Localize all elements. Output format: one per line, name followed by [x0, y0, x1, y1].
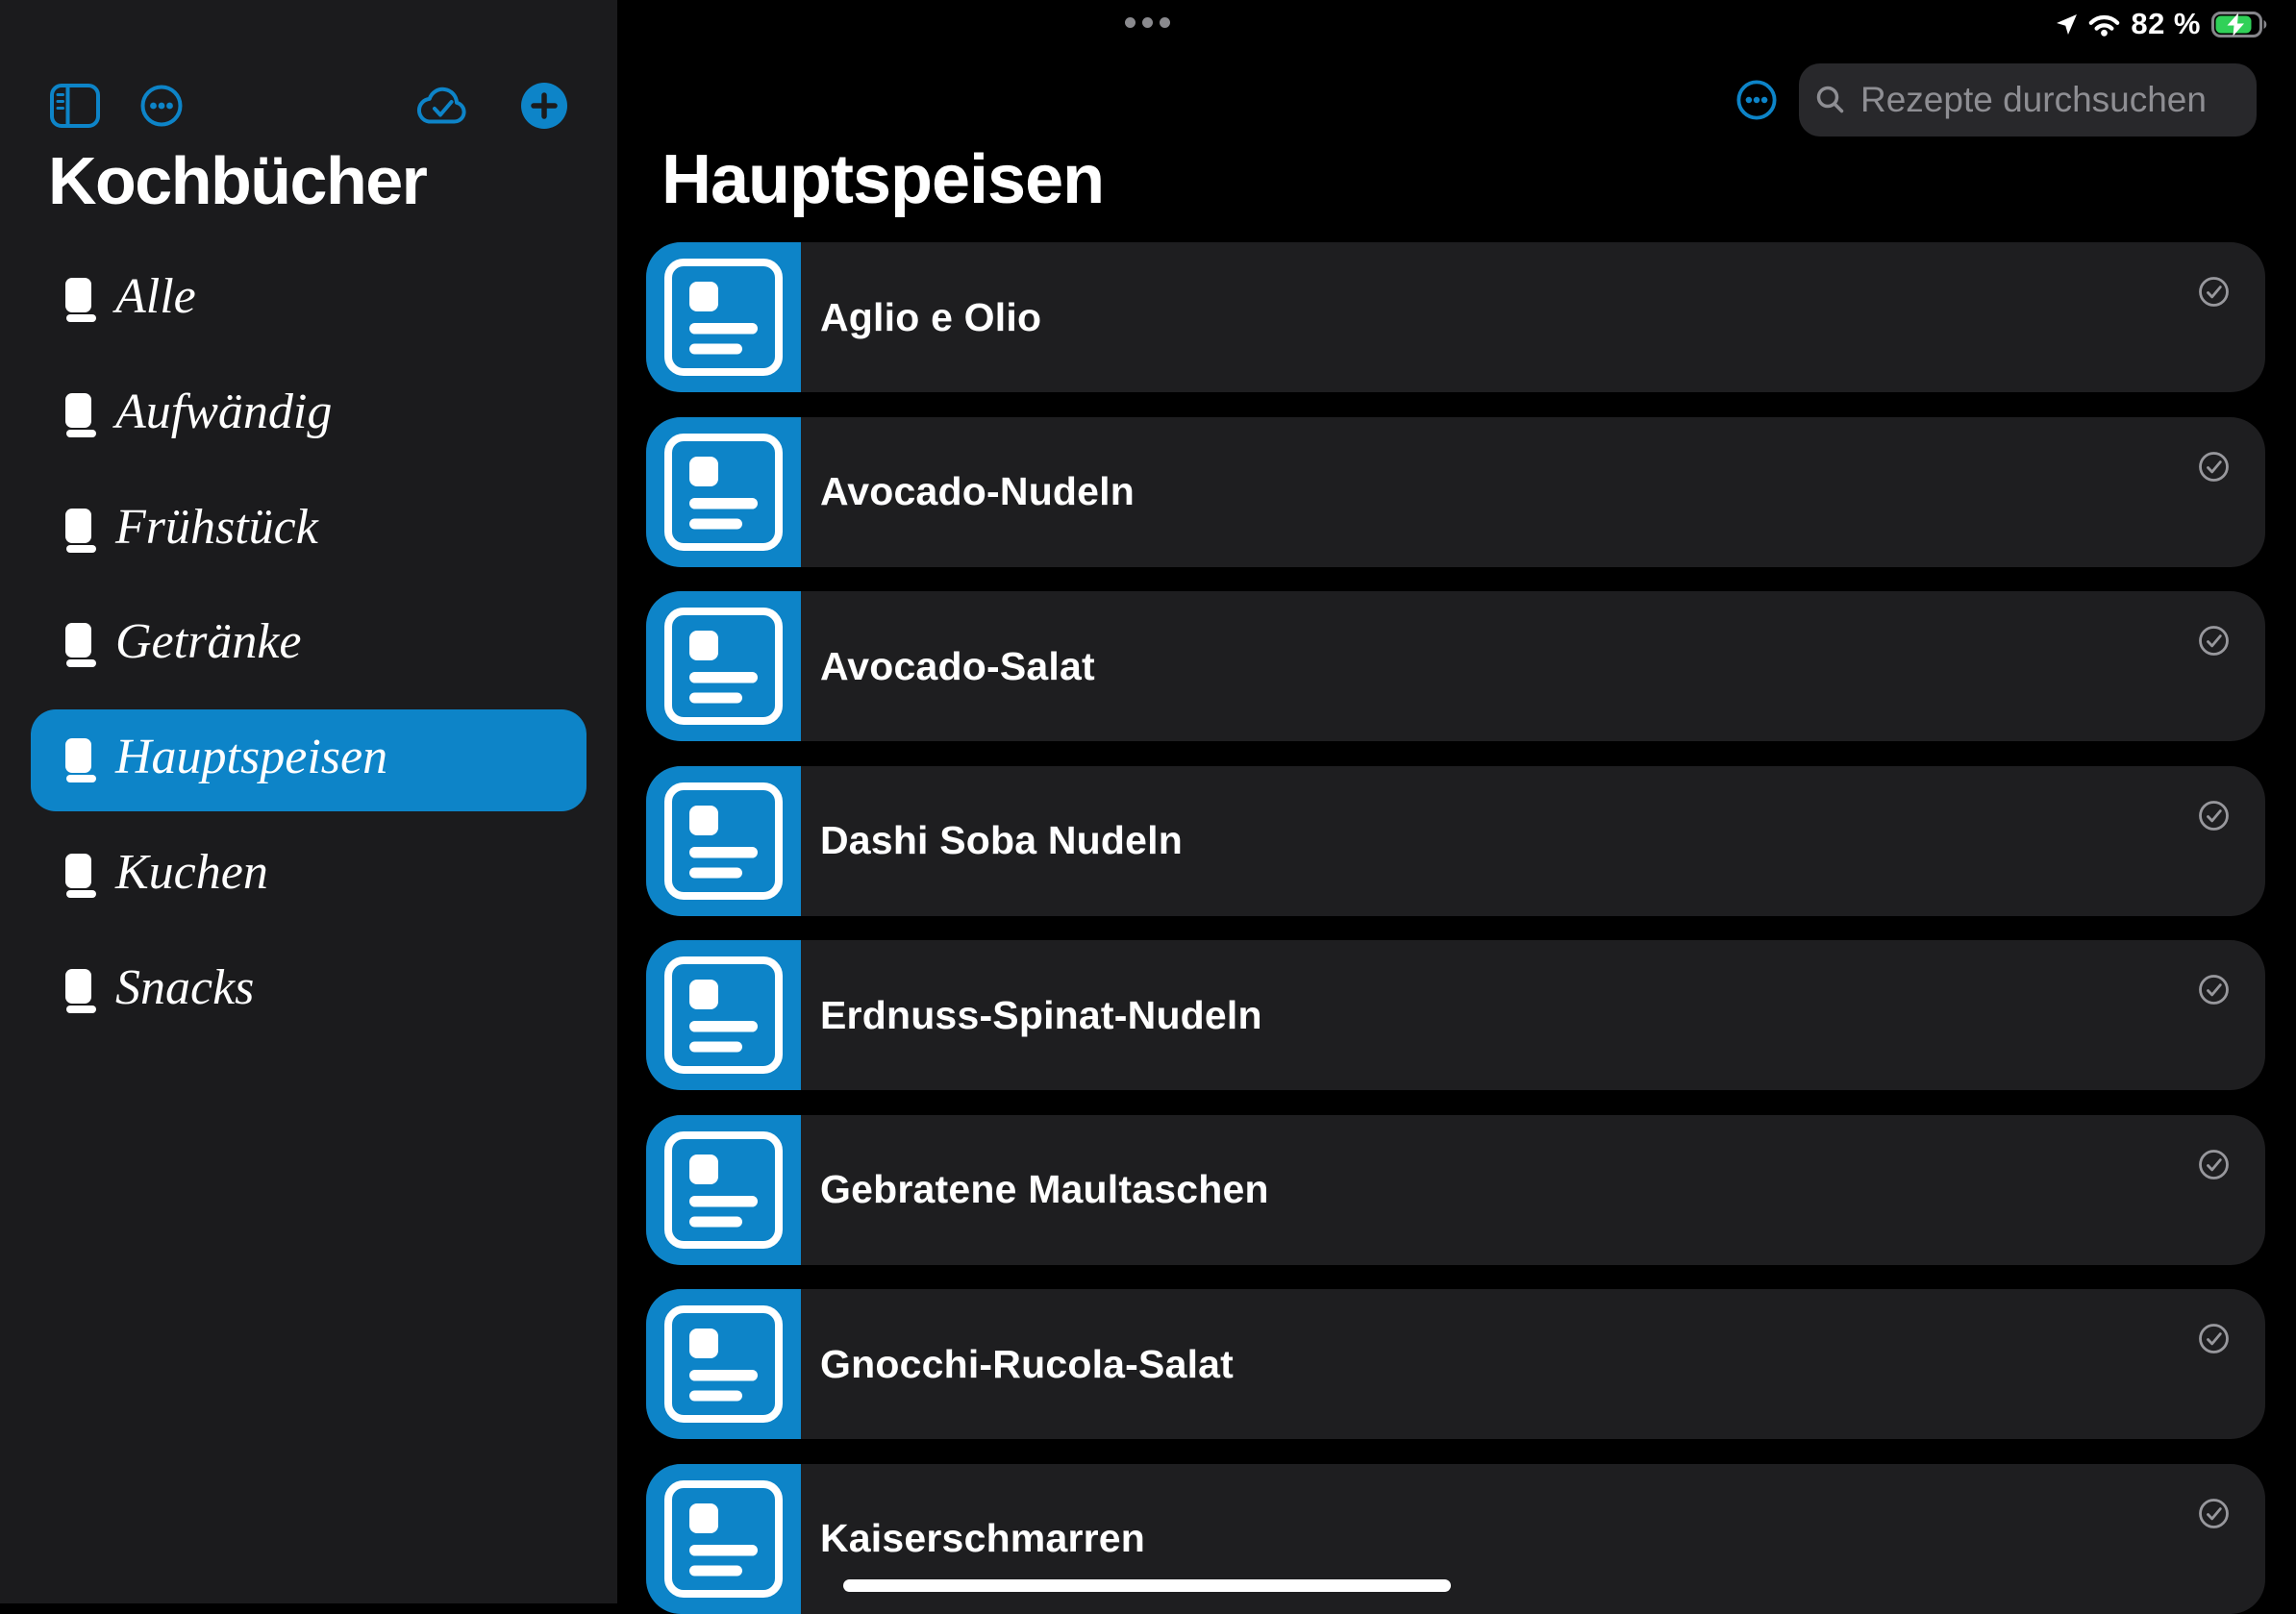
sidebar: Kochbücher Alle Aufwändig Frühstück Getr… [0, 0, 617, 1603]
recipe-thumbnail [646, 1464, 801, 1614]
search-icon [1814, 84, 1847, 116]
recipe-title: Gebratene Maultaschen [820, 1167, 1269, 1212]
sidebar-item-hauptspeisen[interactable]: Hauptspeisen [31, 709, 586, 811]
recipe-card-icon [646, 1289, 801, 1439]
battery-percent: 82 % [2131, 7, 2201, 41]
sidebar-item-fruehstueck[interactable]: Frühstück [31, 480, 586, 582]
recipe-row[interactable]: Gnocchi-Rucola-Salat [646, 1289, 2265, 1439]
app-window: Kochbücher Alle Aufwändig Frühstück Getr… [0, 0, 2296, 1603]
recipe-card-icon [646, 591, 801, 741]
checkmark-circle-icon[interactable] [2199, 1499, 2229, 1528]
recipe-row[interactable]: Gebratene Maultaschen [646, 1115, 2265, 1265]
recipe-row[interactable]: Erdnuss-Spinat-Nudeln [646, 940, 2265, 1090]
recipe-card-icon [646, 1115, 801, 1265]
status-bar-right: 82 % [2056, 8, 2267, 40]
recipe-title: Avocado-Salat [820, 644, 1095, 689]
sidebar-title: Kochbücher [48, 147, 426, 214]
recipe-thumbnail [646, 1289, 801, 1439]
recipe-row[interactable]: Avocado-Nudeln [646, 417, 2265, 567]
checkmark-circle-icon[interactable] [2199, 626, 2229, 656]
recipe-title: Kaiserschmarren [820, 1516, 1145, 1561]
recipe-row[interactable]: Dashi Soba Nudeln [646, 766, 2265, 916]
book-icon [63, 736, 96, 784]
checkmark-circle-icon[interactable] [2199, 801, 2229, 831]
cloud-sync-done-icon [415, 86, 469, 128]
dot-icon [1142, 17, 1153, 28]
checkmark-circle-icon[interactable] [2199, 1150, 2229, 1179]
recipe-row[interactable]: Avocado-Salat [646, 591, 2265, 741]
sidebar-toggle-button[interactable] [50, 84, 100, 131]
sidebar-item-aufwaendig[interactable]: Aufwändig [31, 364, 586, 466]
recipe-thumbnail [646, 1115, 801, 1265]
sidebar-item-kuchen[interactable]: Kuchen [31, 825, 586, 927]
recipe-title: Avocado-Nudeln [820, 469, 1135, 514]
recipe-thumbnail [646, 766, 801, 916]
sidebar-item-label: Frühstück [115, 503, 318, 559]
recipe-title: Dashi Soba Nudeln [820, 818, 1183, 863]
recipe-thumbnail [646, 242, 801, 392]
wifi-icon [2088, 12, 2120, 37]
recipe-thumbnail [646, 417, 801, 567]
recipe-title: Erdnuss-Spinat-Nudeln [820, 993, 1262, 1038]
book-icon [63, 621, 96, 669]
checkmark-circle-icon[interactable] [2199, 975, 2229, 1005]
recipe-thumbnail [646, 940, 801, 1090]
sidebar-item-label: Aufwändig [115, 387, 332, 443]
add-plus-icon [521, 83, 567, 129]
book-icon [63, 391, 96, 439]
book-icon [63, 507, 96, 555]
book-icon [63, 852, 96, 900]
recipe-card-icon [646, 766, 801, 916]
checkmark-circle-icon[interactable] [2199, 277, 2229, 307]
sidebar-item-label: Hauptspeisen [115, 733, 387, 788]
more-ellipsis-icon [1736, 80, 1777, 120]
sidebar-item-label: Kuchen [115, 848, 268, 904]
dot-icon [1125, 17, 1136, 28]
sidebar-item-alle[interactable]: Alle [31, 249, 586, 351]
book-icon [63, 276, 96, 324]
cloud-sync-button[interactable] [415, 86, 469, 131]
sidebar-more-button[interactable] [140, 85, 183, 130]
cookbook-nav: Alle Aufwändig Frühstück Getränke Haupts… [31, 249, 586, 1042]
checkmark-circle-icon[interactable] [2199, 1324, 2229, 1353]
page-title: Hauptspeisen [661, 145, 1104, 214]
dot-icon [1160, 17, 1170, 28]
search-field[interactable] [1799, 63, 2257, 137]
search-input[interactable] [1859, 79, 2241, 121]
multitask-dots-indicator[interactable] [1125, 17, 1170, 28]
more-ellipsis-icon [140, 85, 183, 127]
main-more-button[interactable] [1736, 80, 1777, 123]
recipe-title: Gnocchi-Rucola-Salat [820, 1342, 1234, 1387]
location-arrow-icon [2056, 13, 2078, 36]
add-cookbook-button[interactable] [521, 83, 567, 132]
recipe-list: Aglio e Olio Avocado-Nudeln Avocado-Sala… [646, 242, 2265, 1614]
sidebar-item-snacks[interactable]: Snacks [31, 940, 586, 1042]
sidebar-item-getraenke[interactable]: Getränke [31, 594, 586, 696]
sidebar-toggle-icon [50, 84, 100, 128]
book-icon [63, 967, 96, 1015]
home-indicator[interactable] [843, 1579, 1451, 1592]
recipe-card-icon [646, 242, 801, 392]
recipe-thumbnail [646, 591, 801, 741]
sidebar-item-label: Getränke [115, 617, 301, 673]
recipe-card-icon [646, 1464, 801, 1614]
recipe-title: Aglio e Olio [820, 295, 1041, 340]
recipe-card-icon [646, 417, 801, 567]
recipe-row[interactable]: Aglio e Olio [646, 242, 2265, 392]
sidebar-item-label: Snacks [115, 963, 254, 1019]
sidebar-item-label: Alle [115, 272, 196, 328]
battery-charging-icon [2211, 12, 2267, 37]
checkmark-circle-icon[interactable] [2199, 452, 2229, 482]
recipe-card-icon [646, 940, 801, 1090]
